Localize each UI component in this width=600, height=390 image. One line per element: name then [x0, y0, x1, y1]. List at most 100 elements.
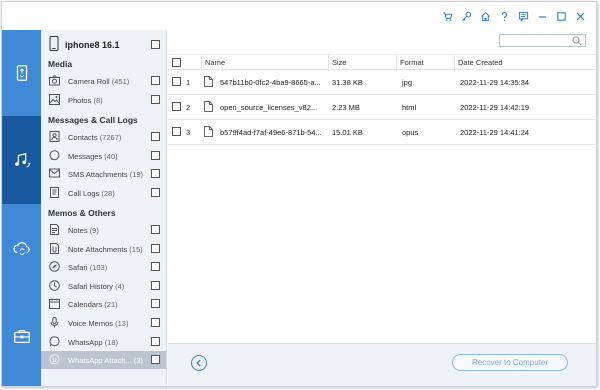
category-count: (19): [129, 170, 144, 179]
feedback-icon[interactable]: [515, 8, 531, 24]
table-row[interactable]: 3 b579f4ad-f7af-49e6-871b-54... 15.01 KB…: [168, 120, 596, 145]
row-format: jpg: [402, 78, 413, 87]
photos-icon: [49, 94, 60, 105]
search-input[interactable]: [499, 34, 586, 47]
search-icon[interactable]: [572, 36, 582, 46]
cart-icon[interactable]: [439, 8, 455, 24]
category-checkbox[interactable]: [151, 169, 160, 178]
category-count: (13): [115, 319, 129, 328]
notes-icon: [50, 224, 59, 235]
column-header-size[interactable]: Size: [332, 58, 347, 67]
category-voice-memos[interactable]: Voice Memos (13): [41, 314, 166, 332]
category-count: (18): [104, 338, 119, 347]
phone-transfer-icon: [16, 65, 27, 81]
calendar-icon: [49, 298, 60, 309]
call-log-icon: [50, 187, 59, 198]
row-index: 3: [186, 128, 191, 137]
footer-bar: Recover to Computer: [168, 343, 596, 386]
help-icon[interactable]: [496, 8, 512, 24]
category-checkbox[interactable]: [151, 151, 160, 160]
app-window: iphone8 16.1 Media Camera Roll (451) Pho…: [1, 1, 597, 387]
category-safari[interactable]: Safari (103): [41, 258, 166, 276]
category-call-logs[interactable]: Call Logs (28): [41, 184, 166, 202]
row-checkbox[interactable]: [172, 102, 181, 111]
category-calendars[interactable]: Calendars (21): [41, 295, 166, 313]
row-size: 2.23 MB: [332, 103, 360, 112]
whatsapp-icon: [49, 336, 60, 347]
home-icon[interactable]: [477, 8, 493, 24]
category-count: (4): [115, 282, 125, 291]
category-contacts[interactable]: Contacts (7267): [41, 128, 166, 146]
row-size: 15.01 KB: [332, 128, 363, 137]
rail-item-icloud-backup[interactable]: [2, 204, 41, 292]
category-label: Contacts: [68, 133, 98, 142]
category-messages[interactable]: Messages (40): [41, 147, 166, 165]
recover-to-computer-button[interactable]: Recover to Computer: [452, 354, 568, 371]
main-content: Name Size Format Date Created 1 547b11b0…: [168, 30, 596, 342]
category-label: Messages: [68, 152, 103, 161]
rail-item-toolbox[interactable]: [2, 292, 41, 380]
category-checkbox[interactable]: [151, 262, 160, 271]
row-date: 2022-11-29 14:41:24: [460, 128, 530, 137]
file-icon: [204, 101, 213, 112]
camera-icon: [49, 75, 60, 86]
category-checkbox[interactable]: [151, 299, 160, 308]
category-whatsapp[interactable]: WhatsApp (18): [41, 333, 166, 351]
select-all-checkbox[interactable]: [172, 58, 181, 67]
category-checkbox[interactable]: [151, 355, 160, 364]
toolbox-icon: [13, 330, 30, 343]
row-index: 2: [186, 103, 191, 112]
category-count: (451): [111, 77, 130, 86]
category-label: Camera Roll: [68, 77, 110, 86]
category-safari-history[interactable]: Safari History (4): [41, 277, 166, 295]
category-checkbox[interactable]: [151, 95, 160, 104]
category-count: (3): [133, 356, 144, 365]
category-count: (21): [104, 300, 118, 309]
category-checkbox[interactable]: [151, 318, 160, 327]
category-checkbox[interactable]: [151, 244, 160, 253]
back-button[interactable]: [191, 355, 207, 371]
nav-rail: [2, 30, 41, 386]
device-header[interactable]: iphone8 16.1: [41, 30, 166, 56]
table-header: Name Size Format Date Created: [168, 54, 596, 71]
row-checkbox[interactable]: [172, 77, 181, 86]
category-whatsapp-attachments[interactable]: WhatsApp Attach... (3): [41, 351, 166, 369]
title-bar: [2, 2, 596, 30]
key-icon[interactable]: [458, 8, 474, 24]
table-row[interactable]: 1 547b11b0-0fc2-4ba9-8665-a... 31.38 KB …: [168, 70, 596, 95]
category-checkbox[interactable]: [151, 132, 160, 141]
category-notes[interactable]: Notes (9): [41, 221, 166, 239]
row-name: open_source_licenses_v82...: [220, 103, 318, 112]
minimize-icon[interactable]: [534, 8, 550, 24]
maximize-icon[interactable]: [553, 8, 569, 24]
phone-icon: [49, 36, 59, 51]
table-row[interactable]: 2 open_source_licenses_v82... 2.23 MB ht…: [168, 95, 596, 120]
category-checkbox[interactable]: [151, 188, 160, 197]
column-header-format[interactable]: Format: [400, 58, 424, 67]
close-icon[interactable]: [572, 8, 588, 24]
section-memos-title: Memos & Others: [48, 208, 116, 218]
category-label: Call Logs: [68, 189, 100, 198]
category-camera-roll[interactable]: Camera Roll (451): [41, 72, 166, 90]
category-count: (103): [89, 263, 108, 272]
category-note-attachments[interactable]: Note Attachments (15): [41, 240, 166, 258]
row-checkbox[interactable]: [172, 127, 181, 136]
category-checkbox[interactable]: [151, 225, 160, 234]
category-label: Photos: [68, 96, 92, 105]
row-date: 2022-11-29 14:35:34: [460, 78, 530, 87]
category-label: Calendars: [68, 300, 103, 309]
category-label: Safari: [68, 263, 88, 272]
category-checkbox[interactable]: [151, 281, 160, 290]
column-header-date[interactable]: Date Created: [458, 58, 503, 67]
column-header-name[interactable]: Name: [205, 58, 225, 67]
category-label: Safari History: [68, 282, 114, 291]
device-select-all-checkbox[interactable]: [151, 40, 160, 49]
rail-item-phone-recovery[interactable]: [2, 30, 41, 116]
category-photos[interactable]: Photos (8): [41, 91, 166, 109]
category-sms-attachments[interactable]: SMS Attachments (19): [41, 165, 166, 183]
category-checkbox[interactable]: [151, 76, 160, 85]
rail-item-itunes-backup[interactable]: [2, 116, 41, 204]
title-bar-controls: [436, 8, 588, 24]
category-checkbox[interactable]: [151, 337, 160, 346]
note-attachment-icon: [50, 243, 59, 254]
